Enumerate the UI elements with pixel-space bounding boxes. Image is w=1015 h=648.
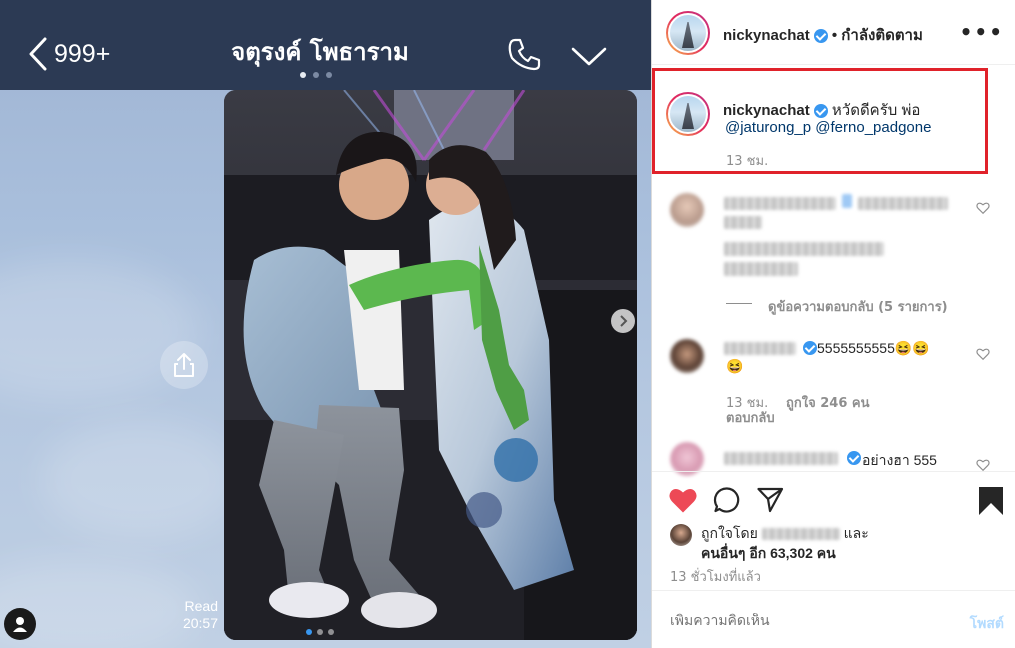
reply-button[interactable]: ตอบกลับ [726,407,775,428]
blurred-username [724,452,838,465]
read-receipt: Read 20:57 [170,598,218,632]
chevron-down-icon[interactable] [570,44,608,70]
person-icon [13,617,27,632]
chat-header: 999+ จตุรงค์ โพธาราม [0,0,651,90]
post-header: nickynachat • กำลังติดตาม ••• [652,0,1015,65]
like-comment-icon[interactable] [976,201,990,215]
account-icon[interactable] [4,608,36,640]
read-label: Read [184,598,218,614]
comment-emoji: 😆 [726,358,744,374]
blurred-liker [761,528,840,541]
shared-photo[interactable] [224,90,637,640]
verified-icon [847,451,861,465]
blurred-username [724,342,796,355]
replies-line [726,303,752,304]
chat-panel: 999+ จตุรงค์ โพธาราม Read 20:57 [0,0,651,648]
liker-avatar[interactable] [670,524,692,546]
bookmark-filled-icon[interactable] [978,486,1004,516]
caption-avatar[interactable] [666,92,710,136]
heart-filled-icon[interactable] [668,486,698,514]
commenter-avatar[interactable] [670,193,704,227]
message-time: 20:57 [182,615,218,631]
comment-icon[interactable] [713,486,741,514]
unread-count: 999+ [54,39,111,68]
phone-icon[interactable] [506,36,542,72]
follow-status[interactable]: • กำลังติดตาม [832,27,923,44]
chevron-left-icon [29,37,47,71]
verified-icon [813,29,828,44]
share-icon [174,353,194,377]
like-comment-icon[interactable] [976,347,990,361]
back-button[interactable]: 999+ [28,30,138,78]
liked-by-others[interactable]: คนอื่นๆ อีก 63,302 คน [701,543,836,565]
verified-icon [803,341,817,355]
username-link[interactable]: nickynachat [723,27,810,44]
post-button[interactable]: โพสต์ [970,613,1004,635]
share-icon[interactable] [756,486,784,514]
caption-time: 13 ชม. [726,154,769,169]
comment-text: 5555555555😆😆 [817,340,930,356]
chat-title: จตุรงค์ โพธาราม [231,38,409,66]
photo-carousel-dots [306,629,334,635]
caption-username[interactable]: nickynachat [723,102,810,119]
verified-icon [813,104,828,119]
comment-bar: โพสต์ [652,590,1015,648]
post-author: nickynachat • กำลังติดตาม [723,23,923,47]
caption-text: หวัดดีครับ พ่อ [831,102,921,119]
profile-avatar[interactable] [666,11,710,55]
next-photo-button[interactable] [611,309,635,333]
liked-by-and: และ [843,525,869,541]
screenshot: 999+ จตุรงค์ โพธาราม Read 20:57 nickynac… [0,0,1015,648]
page-indicator [300,72,332,78]
chevron-right-icon [620,315,628,327]
more-options-button[interactable]: ••• [960,20,1004,44]
commenter-avatar[interactable] [670,339,704,373]
comment-input[interactable] [670,613,920,629]
like-comment-icon[interactable] [976,458,990,472]
comment-text: อย่างฮา 555 [862,452,937,468]
share-button[interactable] [160,341,208,389]
caption-mentions[interactable]: @jaturong_p @ferno_padgone [725,119,931,136]
liked-by-prefix: ถูกใจโดย [701,525,758,541]
liked-by: ถูกใจโดย และ [701,523,869,545]
view-replies-button[interactable]: ดูข้อความตอบกลับ (5 รายการ) [768,296,948,317]
post-time: 13 ชั่วโมงที่แล้ว [670,570,761,585]
instagram-panel: nickynachat • กำลังติดตาม ••• nickynacha… [651,0,1015,648]
comment-likes[interactable]: ถูกใจ 246 คน [786,392,869,413]
post-actions: ถูกใจโดย และ คนอื่นๆ อีก 63,302 คน 13 ชั… [652,471,1015,589]
photo-image [224,90,637,640]
